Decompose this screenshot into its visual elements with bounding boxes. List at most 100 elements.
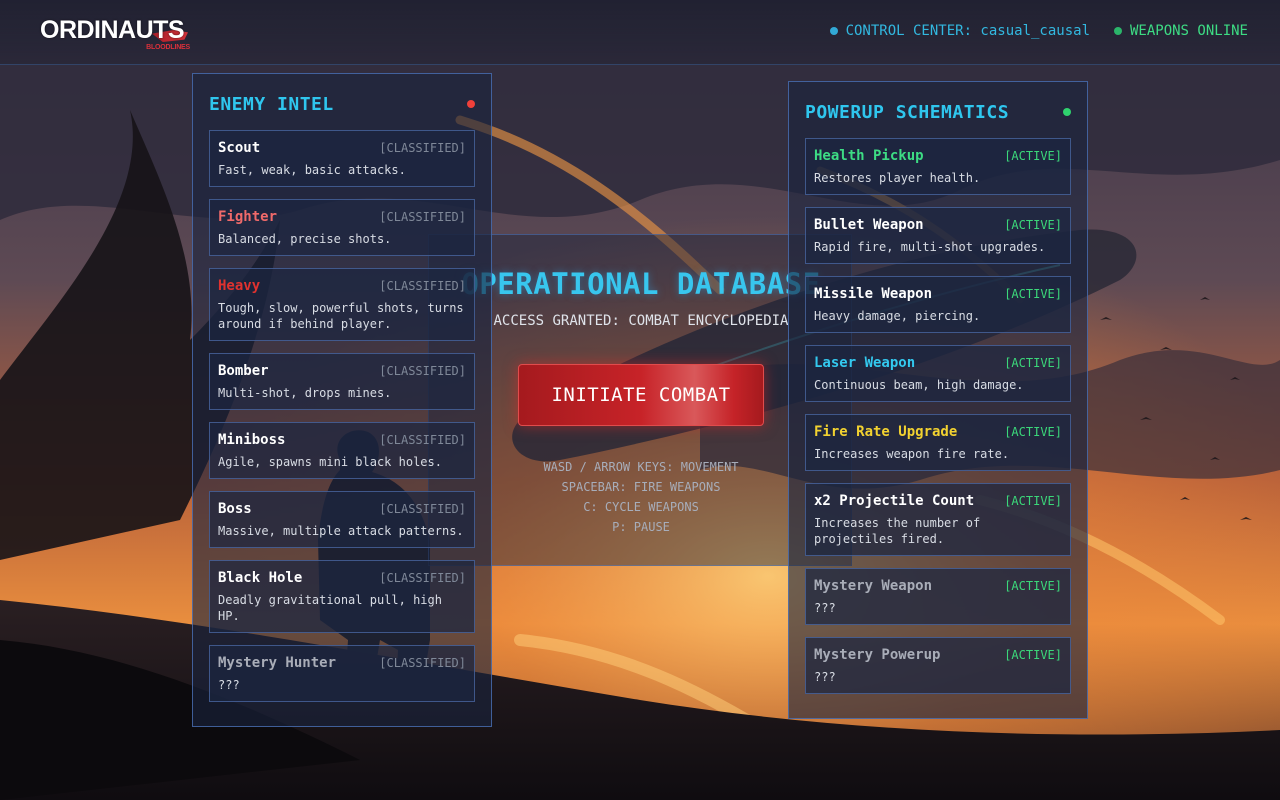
- enemy-list: Scout [CLASSIFIED] Fast, weak, basic attac…: [209, 130, 475, 714]
- powerup-card: Bullet Weapon [ACTIVE] Rapid fire, multi-s…: [805, 207, 1071, 264]
- enemy-name: Mystery Hunter: [218, 655, 337, 671]
- status-dot-red-icon: [467, 100, 475, 108]
- enemy-card-header: Fighter [CLASSIFIED]: [218, 209, 466, 225]
- powerup-schematics-header: POWERUP SCHEMATICS: [789, 82, 1087, 138]
- status-dot-green-icon: [1063, 108, 1071, 116]
- powerup-schematics-title: POWERUP SCHEMATICS: [805, 102, 1010, 123]
- powerup-description: Heavy damage, piercing.: [814, 309, 981, 323]
- enemy-description: Fast, weak, basic attacks.: [218, 163, 406, 177]
- enemy-status-tag: [CLASSIFIED]: [379, 571, 466, 585]
- enemy-intel-header: ENEMY INTEL: [193, 74, 491, 130]
- enemy-description: Multi-shot, drops mines.: [218, 386, 392, 400]
- enemy-card: Fighter [CLASSIFIED] Balanced, precise sho…: [209, 199, 475, 256]
- powerup-status-tag: [ACTIVE]: [1004, 579, 1062, 593]
- powerup-card: Mystery Powerup [ACTIVE]???: [805, 637, 1071, 694]
- enemy-name: Black Hole: [218, 570, 303, 586]
- powerup-name: Mystery Powerup: [814, 647, 941, 663]
- enemy-card: Heavy [CLASSIFIED] Tough, slow, powerful s…: [209, 268, 475, 341]
- enemy-description: Agile, spawns mini black holes.: [218, 455, 442, 469]
- powerup-card: Laser Weapon [ACTIVE] Continuous beam, hig…: [805, 345, 1071, 402]
- weapons-status: WEAPONS ONLINE: [1113, 23, 1248, 39]
- game-logo: ORDINAUTS BLOODLINES: [40, 16, 192, 56]
- powerup-card-header: Fire Rate Upgrade [ACTIVE]: [814, 424, 1062, 440]
- enemy-name: Scout: [218, 140, 261, 156]
- powerup-status-tag: [ACTIVE]: [1004, 425, 1062, 439]
- powerup-card-header: Laser Weapon [ACTIVE]: [814, 355, 1062, 371]
- enemy-intel-panel: ENEMY INTEL Scout [CLASSIFIED] Fast, weak,…: [192, 73, 492, 727]
- enemy-card-header: Miniboss [CLASSIFIED]: [218, 432, 466, 448]
- enemy-card: Black Hole [CLASSIFIED] Deadly gravitation…: [209, 560, 475, 633]
- powerup-status-tag: [ACTIVE]: [1004, 494, 1062, 508]
- powerup-description: Increases weapon fire rate.: [814, 447, 1010, 461]
- control-center-label: CONTROL CENTER: casual_causal: [845, 23, 1090, 39]
- powerup-status-tag: [ACTIVE]: [1004, 648, 1062, 662]
- control-center-status: CONTROL CENTER: casual_causal: [829, 23, 1090, 39]
- enemy-status-tag: [CLASSIFIED]: [379, 656, 466, 670]
- powerup-description: Restores player health.: [814, 171, 981, 185]
- top-bar: ORDINAUTS BLOODLINES CONTROL CENTER: cas…: [0, 0, 1280, 65]
- enemy-status-tag: [CLASSIFIED]: [379, 279, 466, 293]
- powerup-schematics-panel: POWERUP SCHEMATICS Health Pickup [ACTIVE]…: [788, 81, 1088, 719]
- powerup-card-header: Missile Weapon [ACTIVE]: [814, 286, 1062, 302]
- powerup-card: Health Pickup [ACTIVE] Restores player hea…: [805, 138, 1071, 195]
- enemy-description: ???: [218, 678, 240, 692]
- enemy-status-tag: [CLASSIFIED]: [379, 502, 466, 516]
- powerup-name: Missile Weapon: [814, 286, 933, 302]
- enemy-name: Bomber: [218, 363, 269, 379]
- enemy-card-header: Heavy [CLASSIFIED]: [218, 278, 466, 294]
- enemy-card-header: Mystery Hunter [CLASSIFIED]: [218, 655, 466, 671]
- powerup-card-header: Bullet Weapon [ACTIVE]: [814, 217, 1062, 233]
- logo-subtitle: BLOODLINES: [146, 44, 190, 51]
- powerup-description: Continuous beam, high damage.: [814, 378, 1024, 392]
- powerup-name: Bullet Weapon: [814, 217, 924, 233]
- powerup-description: ???: [814, 670, 836, 684]
- enemy-card-header: Bomber [CLASSIFIED]: [218, 363, 466, 379]
- enemy-name: Miniboss: [218, 432, 286, 448]
- powerup-name: Mystery Weapon: [814, 578, 933, 594]
- powerup-name: Laser Weapon: [814, 355, 916, 371]
- enemy-card-header: Black Hole [CLASSIFIED]: [218, 570, 466, 586]
- enemy-description: Deadly gravitational pull, high HP.: [218, 593, 442, 623]
- logo-title: ORDINAUTS: [40, 16, 185, 44]
- powerup-list: Health Pickup [ACTIVE] Restores player hea…: [805, 138, 1071, 706]
- powerup-card: x2 Projectile Count [ACTIVE] Increases the…: [805, 483, 1071, 556]
- initiate-combat-button[interactable]: INITIATE COMBAT: [518, 364, 764, 426]
- enemy-card-header: Boss [CLASSIFIED]: [218, 501, 466, 517]
- powerup-name: x2 Projectile Count: [814, 493, 975, 509]
- enemy-name: Boss: [218, 501, 252, 517]
- powerup-description: Increases the number of projectiles fire…: [814, 516, 981, 546]
- powerup-card-header: Health Pickup [ACTIVE]: [814, 148, 1062, 164]
- powerup-card-header: x2 Projectile Count [ACTIVE]: [814, 493, 1062, 509]
- powerup-card-header: Mystery Powerup [ACTIVE]: [814, 647, 1062, 663]
- powerup-card-header: Mystery Weapon [ACTIVE]: [814, 578, 1062, 594]
- enemy-name: Heavy: [218, 278, 261, 294]
- powerup-status-tag: [ACTIVE]: [1004, 218, 1062, 232]
- powerup-status-tag: [ACTIVE]: [1004, 149, 1062, 163]
- enemy-card: Boss [CLASSIFIED] Massive, multiple attack…: [209, 491, 475, 548]
- enemy-description: Tough, slow, powerful shots, turns aroun…: [218, 301, 464, 331]
- enemy-description: Balanced, precise shots.: [218, 232, 392, 246]
- enemy-card: Scout [CLASSIFIED] Fast, weak, basic attac…: [209, 130, 475, 187]
- powerup-card: Mystery Weapon [ACTIVE]???: [805, 568, 1071, 625]
- status-dot-icon: [829, 27, 838, 35]
- enemy-description: Massive, multiple attack patterns.: [218, 524, 464, 538]
- powerup-name: Health Pickup: [814, 148, 924, 164]
- enemy-name: Fighter: [218, 209, 278, 225]
- powerup-status-tag: [ACTIVE]: [1004, 287, 1062, 301]
- powerup-description: Rapid fire, multi-shot upgrades.: [814, 240, 1046, 254]
- enemy-status-tag: [CLASSIFIED]: [379, 141, 466, 155]
- enemy-card: Miniboss [CLASSIFIED] Agile, spawns mini b…: [209, 422, 475, 479]
- enemy-status-tag: [CLASSIFIED]: [379, 364, 466, 378]
- powerup-name: Fire Rate Upgrade: [814, 424, 958, 440]
- enemy-card: Mystery Hunter [CLASSIFIED]???: [209, 645, 475, 702]
- powerup-card: Fire Rate Upgrade [ACTIVE] Increases weapo…: [805, 414, 1071, 471]
- powerup-card: Missile Weapon [ACTIVE] Heavy damage, pier…: [805, 276, 1071, 333]
- enemy-card-header: Scout [CLASSIFIED]: [218, 140, 466, 156]
- powerup-status-tag: [ACTIVE]: [1004, 356, 1062, 370]
- enemy-card: Bomber [CLASSIFIED] Multi-shot, drops mine…: [209, 353, 475, 410]
- enemy-status-tag: [CLASSIFIED]: [379, 210, 466, 224]
- weapons-status-label: WEAPONS ONLINE: [1129, 23, 1248, 39]
- powerup-description: ???: [814, 601, 836, 615]
- status-dot-icon: [1113, 27, 1122, 35]
- enemy-status-tag: [CLASSIFIED]: [379, 433, 466, 447]
